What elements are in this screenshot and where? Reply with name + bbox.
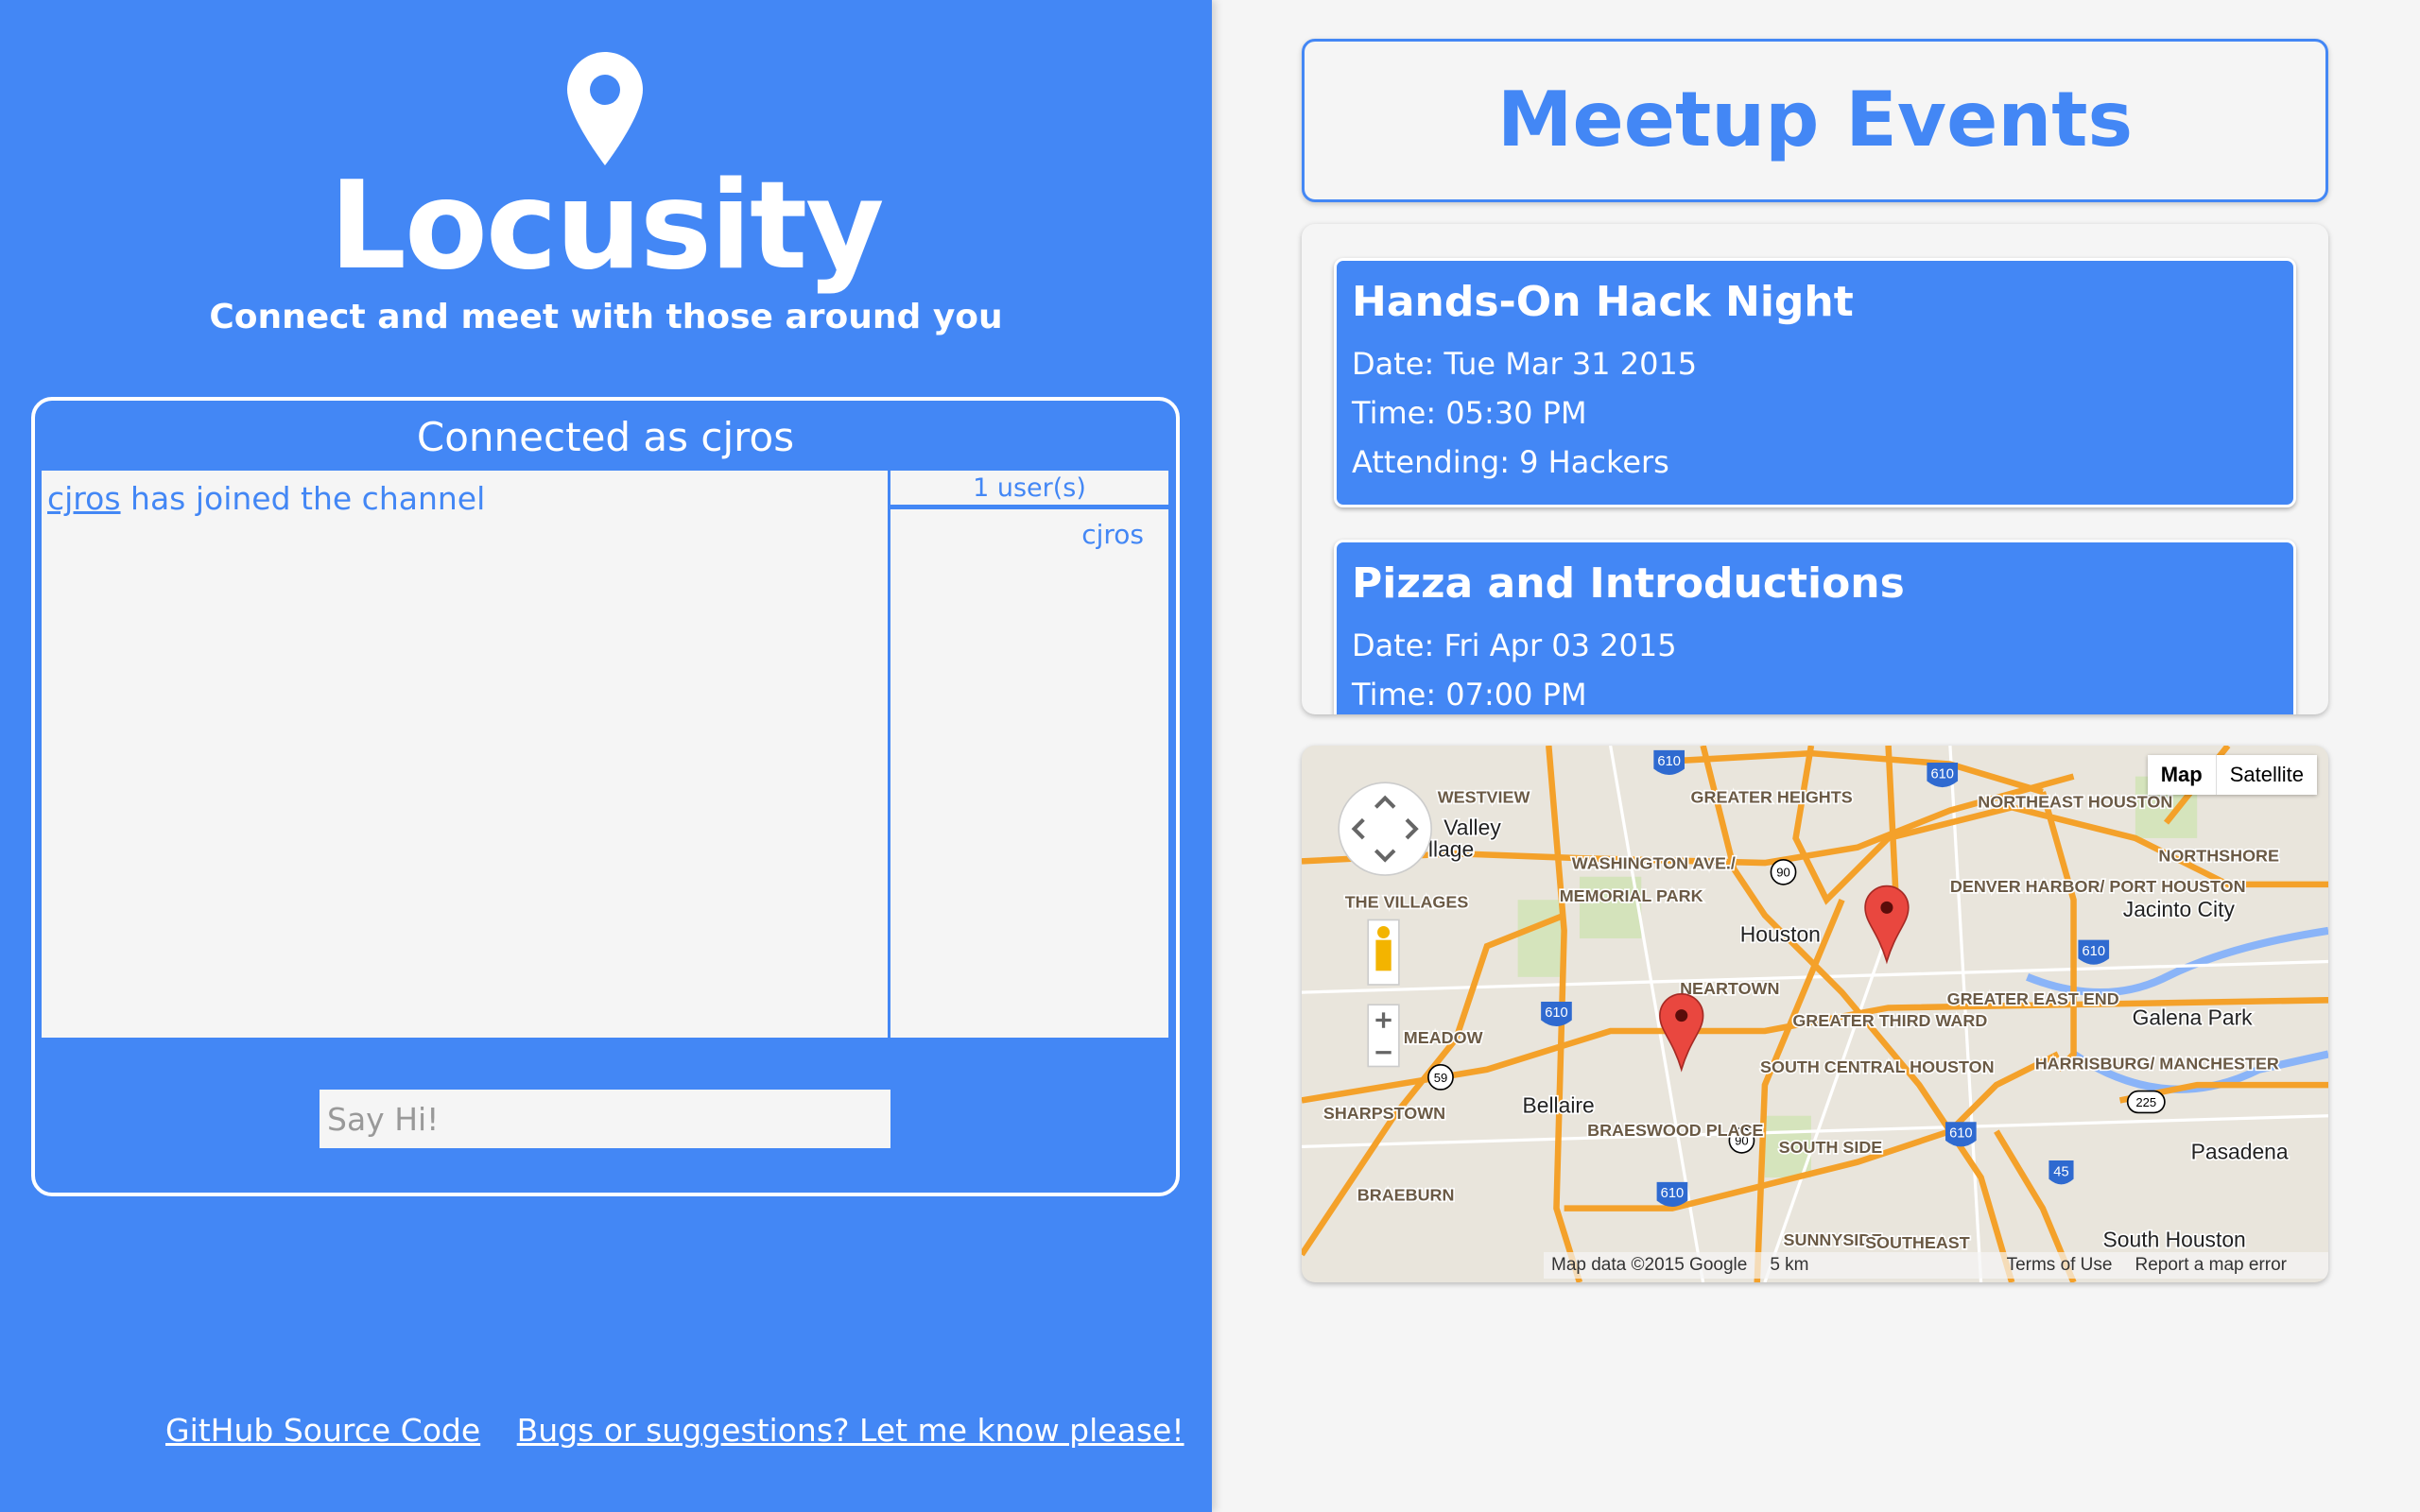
svg-text:59: 59 xyxy=(1434,1071,1448,1085)
svg-text:610: 610 xyxy=(1545,1005,1568,1021)
location-pin-icon xyxy=(567,52,643,165)
svg-text:GREATER THIRD WARD: GREATER THIRD WARD xyxy=(1792,1011,1987,1030)
svg-text:SOUTHEAST: SOUTHEAST xyxy=(1865,1233,1970,1252)
svg-text:SOUTH CENTRAL HOUSTON: SOUTH CENTRAL HOUSTON xyxy=(1760,1057,1995,1076)
github-link[interactable]: GitHub Source Code xyxy=(165,1412,480,1449)
svg-text:NEARTOWN: NEARTOWN xyxy=(1680,979,1779,998)
app-logo-title: Locusity xyxy=(329,156,884,297)
svg-text:45: 45 xyxy=(2053,1164,2068,1179)
svg-text:BRAEBURN: BRAEBURN xyxy=(1357,1185,1455,1204)
svg-text:610: 610 xyxy=(1657,754,1681,769)
svg-text:WESTVIEW: WESTVIEW xyxy=(1438,787,1530,806)
svg-text:NORTHSHORE: NORTHSHORE xyxy=(2158,846,2279,865)
svg-text:MEADOW: MEADOW xyxy=(1404,1028,1483,1047)
svg-text:South Houston: South Houston xyxy=(2103,1227,2246,1251)
svg-text:THE VILLAGES: THE VILLAGES xyxy=(1345,892,1469,911)
message-item: cjros has joined the channel xyxy=(47,480,882,517)
svg-text:GREATER EAST END: GREATER EAST END xyxy=(1947,989,2119,1008)
message-list: cjros has joined the channel xyxy=(42,471,888,1038)
left-panel: Locusity Connect and meet with those aro… xyxy=(0,0,1212,1512)
message-input[interactable] xyxy=(320,1090,890,1148)
svg-text:Galena Park: Galena Park xyxy=(2133,1005,2254,1029)
map-type-satellite-button[interactable]: Satellite xyxy=(2217,755,2317,795)
svg-text:HARRISBURG/ MANCHESTER: HARRISBURG/ MANCHESTER xyxy=(2035,1055,2279,1074)
svg-text:WASHINGTON AVE./: WASHINGTON AVE./ xyxy=(1572,854,1736,873)
svg-text:Jacinto City: Jacinto City xyxy=(2123,897,2236,921)
svg-text:GREATER HEIGHTS: GREATER HEIGHTS xyxy=(1691,787,1853,806)
event-attending: Attending: 9 Hackers xyxy=(1352,444,1669,480)
event-date: Date: Fri Apr 03 2015 xyxy=(1352,627,1677,663)
zoom-control[interactable] xyxy=(1367,1004,1400,1068)
terms-link[interactable]: Terms of Use xyxy=(2007,1255,2113,1276)
svg-text:DENVER HARBOR/ PORT HOUSTON: DENVER HARBOR/ PORT HOUSTON xyxy=(1950,877,2246,896)
event-card[interactable]: Hands-On Hack Night Date: Tue Mar 31 201… xyxy=(1334,258,2296,507)
svg-text:llage: llage xyxy=(1428,837,1474,862)
svg-text:Bellaire: Bellaire xyxy=(1523,1092,1595,1117)
feedback-link[interactable]: Bugs or suggestions? Let me know please! xyxy=(517,1412,1184,1449)
events-list[interactable]: Hands-On Hack Night Date: Tue Mar 31 201… xyxy=(1302,224,2328,714)
interstate-shield: 610 xyxy=(1653,749,1685,776)
message-text: has joined the channel xyxy=(120,480,486,517)
map-type-control: Map Satellite xyxy=(2147,755,2317,795)
event-name: Pizza and Introductions xyxy=(1352,559,1905,608)
pegman-icon[interactable] xyxy=(1367,919,1400,986)
message-user-link[interactable]: cjros xyxy=(47,480,121,517)
map-attribution: Map data ©2015 Google 5 km Terms of Use … xyxy=(1544,1252,2328,1279)
svg-text:SHARPSTOWN: SHARPSTOWN xyxy=(1323,1104,1445,1123)
svg-text:Pasadena: Pasadena xyxy=(2191,1139,2289,1163)
event-card[interactable]: Pizza and Introductions Date: Fri Apr 03… xyxy=(1334,540,2296,714)
svg-text:610: 610 xyxy=(2083,944,2106,959)
map-marker[interactable] xyxy=(1864,885,1910,965)
map-canvas[interactable]: 610 610 610 610 610 610 45 90 59 90 225 … xyxy=(1302,746,2328,1282)
event-time: Time: 07:00 PM xyxy=(1352,677,1587,713)
event-date: Date: Tue Mar 31 2015 xyxy=(1352,346,1698,382)
svg-text:610: 610 xyxy=(1661,1186,1685,1201)
map[interactable]: 610 610 610 610 610 610 45 90 59 90 225 … xyxy=(1302,746,2328,1282)
svg-text:Houston: Houston xyxy=(1740,921,1821,946)
chat-title: Connected as cjros xyxy=(416,414,795,460)
app-tagline: Connect and meet with those around you xyxy=(209,298,1003,336)
map-data-credit: Map data ©2015 Google xyxy=(1551,1255,1748,1275)
event-name: Hands-On Hack Night xyxy=(1352,278,1854,326)
map-scale[interactable]: 5 km xyxy=(1770,1255,1808,1276)
event-time: Time: 05:30 PM xyxy=(1352,395,1587,431)
svg-text:SOUTH SIDE: SOUTH SIDE xyxy=(1779,1138,1883,1157)
report-error-link[interactable]: Report a map error xyxy=(2135,1255,2287,1276)
svg-text:BRAESWOOD PLACE: BRAESWOOD PLACE xyxy=(1587,1121,1763,1140)
map-marker[interactable] xyxy=(1659,993,1704,1073)
svg-text:610: 610 xyxy=(1949,1126,1973,1142)
svg-text:610: 610 xyxy=(1930,766,1954,782)
svg-text:90: 90 xyxy=(1776,866,1790,880)
chat-panel: Connected as cjros cjros has joined the … xyxy=(31,397,1180,1196)
user-list-panel: 1 user(s) cjros xyxy=(890,471,1168,1038)
svg-text:225: 225 xyxy=(2135,1095,2156,1109)
pan-control[interactable] xyxy=(1338,782,1432,876)
svg-text:MEMORIAL PARK: MEMORIAL PARK xyxy=(1560,886,1703,905)
user-list-item[interactable]: cjros xyxy=(915,519,1144,550)
events-title: Meetup Events xyxy=(1302,39,2328,202)
map-type-map-button[interactable]: Map xyxy=(2148,755,2217,795)
user-count: 1 user(s) xyxy=(890,471,1168,509)
svg-text:NORTHEAST HOUSTON: NORTHEAST HOUSTON xyxy=(1978,792,2172,811)
